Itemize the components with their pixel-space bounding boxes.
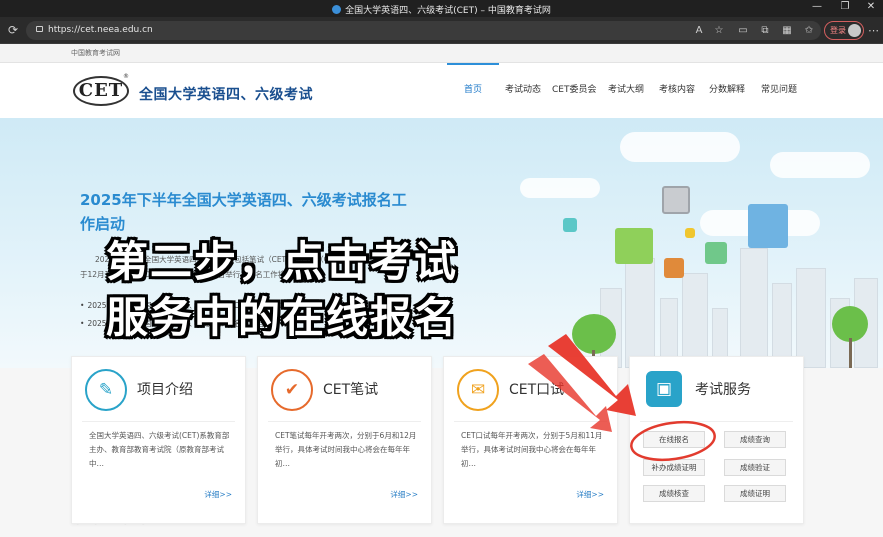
refresh-icon[interactable]: ⟳ <box>6 23 20 37</box>
close-button[interactable]: ✕ <box>862 1 880 15</box>
read-aloud-icon[interactable]: A <box>693 25 705 37</box>
window-titlebar: 全国大学英语四、六级考试(CET) – 中国教育考试网 — ❐ ✕ <box>0 0 883 17</box>
edge-browser-icon <box>332 5 342 14</box>
profile-login-button[interactable]: 登录 <box>824 21 864 40</box>
url-text: https://cet.neea.edu.cn <box>48 25 153 35</box>
login-label: 登录 <box>830 26 846 35</box>
split-screen-icon[interactable]: ▭ <box>737 25 749 37</box>
tutorial-caption-line2: 服务中的在线报名 <box>106 293 459 342</box>
avatar <box>848 24 861 37</box>
red-circle-highlight <box>630 420 716 462</box>
maximize-button[interactable]: ❐ <box>836 1 854 15</box>
browser-toolbar: ⟳ https://cet.neea.edu.cn A ☆ ▭ ⧉ ▦ ✩ 登录… <box>0 17 883 44</box>
lock-icon <box>36 26 43 32</box>
tutorial-caption-line1: 第二步，点击考试 <box>106 237 459 286</box>
favorites-icon[interactable]: ✩ <box>803 25 815 37</box>
window-title: 全国大学英语四、六级考试(CET) – 中国教育考试网 <box>345 6 551 16</box>
window-title-wrap: 全国大学英语四、六级考试(CET) – 中国教育考试网 <box>0 3 883 16</box>
web-page: 中国教育考试网 CET ® 全国大学英语四、六级考试 首页 考试动态 CET委员… <box>0 44 883 537</box>
extensions-icon[interactable]: ⧉ <box>759 25 771 37</box>
more-menu-icon[interactable]: ⋯ <box>868 24 879 37</box>
minimize-button[interactable]: — <box>808 1 826 15</box>
star-icon[interactable]: ☆ <box>713 25 725 37</box>
tab-actions-icon[interactable]: ▦ <box>781 25 793 37</box>
red-arrow-icon <box>528 334 636 432</box>
